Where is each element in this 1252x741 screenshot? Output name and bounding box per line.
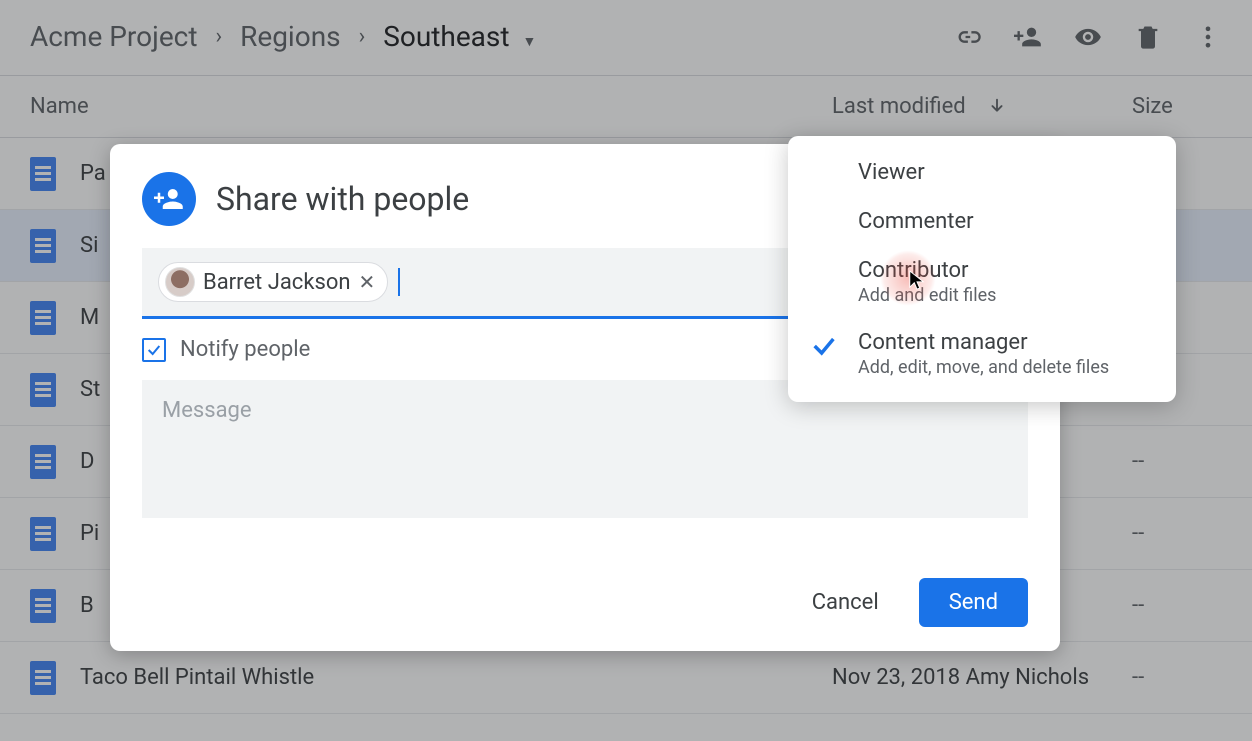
role-contributor[interactable]: Contributor Add and edit files	[788, 246, 1176, 318]
role-menu: Viewer Commenter Contributor Add and edi…	[788, 136, 1176, 402]
role-desc: Add and edit files	[858, 285, 1150, 306]
cancel-button[interactable]: Cancel	[800, 580, 891, 625]
notify-checkbox[interactable]	[142, 338, 166, 362]
text-cursor	[398, 268, 400, 296]
chip-label: Barret Jackson	[203, 270, 351, 295]
role-label: Viewer	[858, 160, 1150, 185]
role-viewer[interactable]: Viewer	[788, 148, 1176, 197]
role-label: Contributor	[858, 258, 1150, 283]
check-icon	[810, 332, 838, 364]
avatar	[165, 267, 195, 297]
person-add-circle-icon	[142, 172, 196, 226]
role-label: Content manager	[858, 330, 1150, 355]
role-label: Commenter	[858, 209, 1150, 234]
role-commenter[interactable]: Commenter	[788, 197, 1176, 246]
send-button[interactable]: Send	[919, 578, 1028, 627]
chip-remove-icon[interactable]: ✕	[359, 270, 376, 294]
notify-label: Notify people	[180, 337, 310, 362]
role-content-manager[interactable]: Content manager Add, edit, move, and del…	[788, 318, 1176, 390]
person-chip[interactable]: Barret Jackson ✕	[158, 262, 388, 302]
dialog-actions: Cancel Send	[142, 578, 1028, 627]
role-desc: Add, edit, move, and delete files	[858, 357, 1150, 378]
dialog-title: Share with people	[216, 180, 469, 218]
